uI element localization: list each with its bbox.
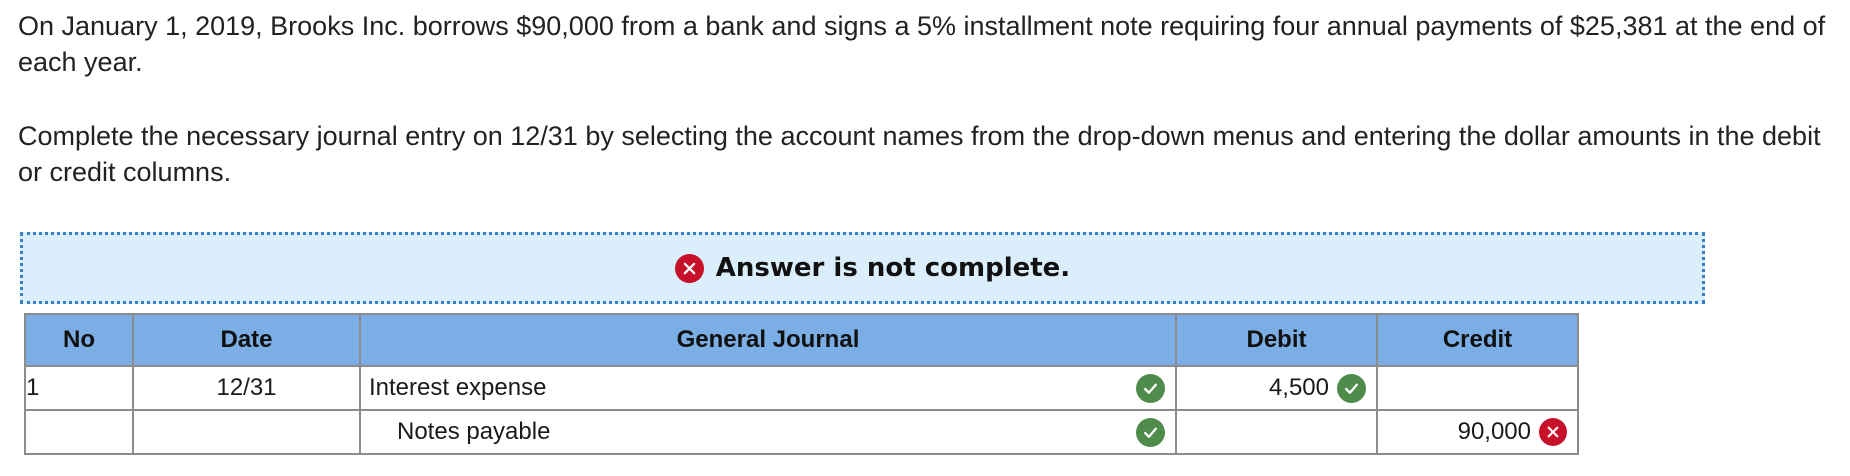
header-debit: Debit: [1175, 313, 1378, 367]
row-1-debit-input[interactable]: 4,500: [1175, 365, 1378, 411]
question-text: On January 1, 2019, Brooks Inc. borrows …: [18, 8, 1828, 228]
row-2-credit-input[interactable]: 90,000: [1376, 409, 1579, 455]
row-2-credit-value: 90,000: [1457, 418, 1531, 445]
row-2-debit-input[interactable]: [1175, 409, 1378, 455]
row-1-no: 1: [24, 365, 134, 411]
general-journal-table: No Date General Journal Debit Credit 1 1…: [24, 313, 1579, 455]
check-circle-icon: [1136, 373, 1165, 403]
row-1-debit-value: 4,500: [1268, 374, 1329, 401]
row-1-date: 12/31: [132, 365, 361, 411]
check-circle-icon: [1136, 417, 1165, 447]
table-header-row: No Date General Journal Debit Credit: [24, 313, 1579, 367]
header-general-journal: General Journal: [359, 313, 1177, 367]
row-2-no: [24, 409, 134, 455]
check-circle-icon: [1337, 373, 1366, 403]
header-no: No: [24, 313, 134, 367]
x-circle-icon: [674, 253, 704, 283]
row-2-account-label: Notes payable: [397, 418, 551, 445]
answer-status-banner: Answer is not complete.: [20, 232, 1705, 304]
row-2-date: [132, 409, 361, 455]
row-1-credit-input[interactable]: [1376, 365, 1579, 411]
row-1-account-select[interactable]: Interest expense: [359, 365, 1177, 411]
table-row: Notes payable 90,000: [24, 409, 1579, 455]
row-1-account-label: Interest expense: [369, 374, 547, 401]
header-date: Date: [132, 313, 361, 367]
banner-content: Answer is not complete.: [674, 253, 1071, 283]
banner-message: Answer is not complete.: [715, 253, 1071, 283]
question-paragraph-2: Complete the necessary journal entry on …: [18, 121, 1821, 187]
question-paragraph-1: On January 1, 2019, Brooks Inc. borrows …: [18, 11, 1826, 77]
x-circle-icon: [1539, 418, 1567, 446]
row-2-account-select[interactable]: Notes payable: [359, 409, 1177, 455]
table-row: 1 12/31 Interest expense 4,500: [24, 365, 1579, 411]
header-credit: Credit: [1376, 313, 1579, 367]
